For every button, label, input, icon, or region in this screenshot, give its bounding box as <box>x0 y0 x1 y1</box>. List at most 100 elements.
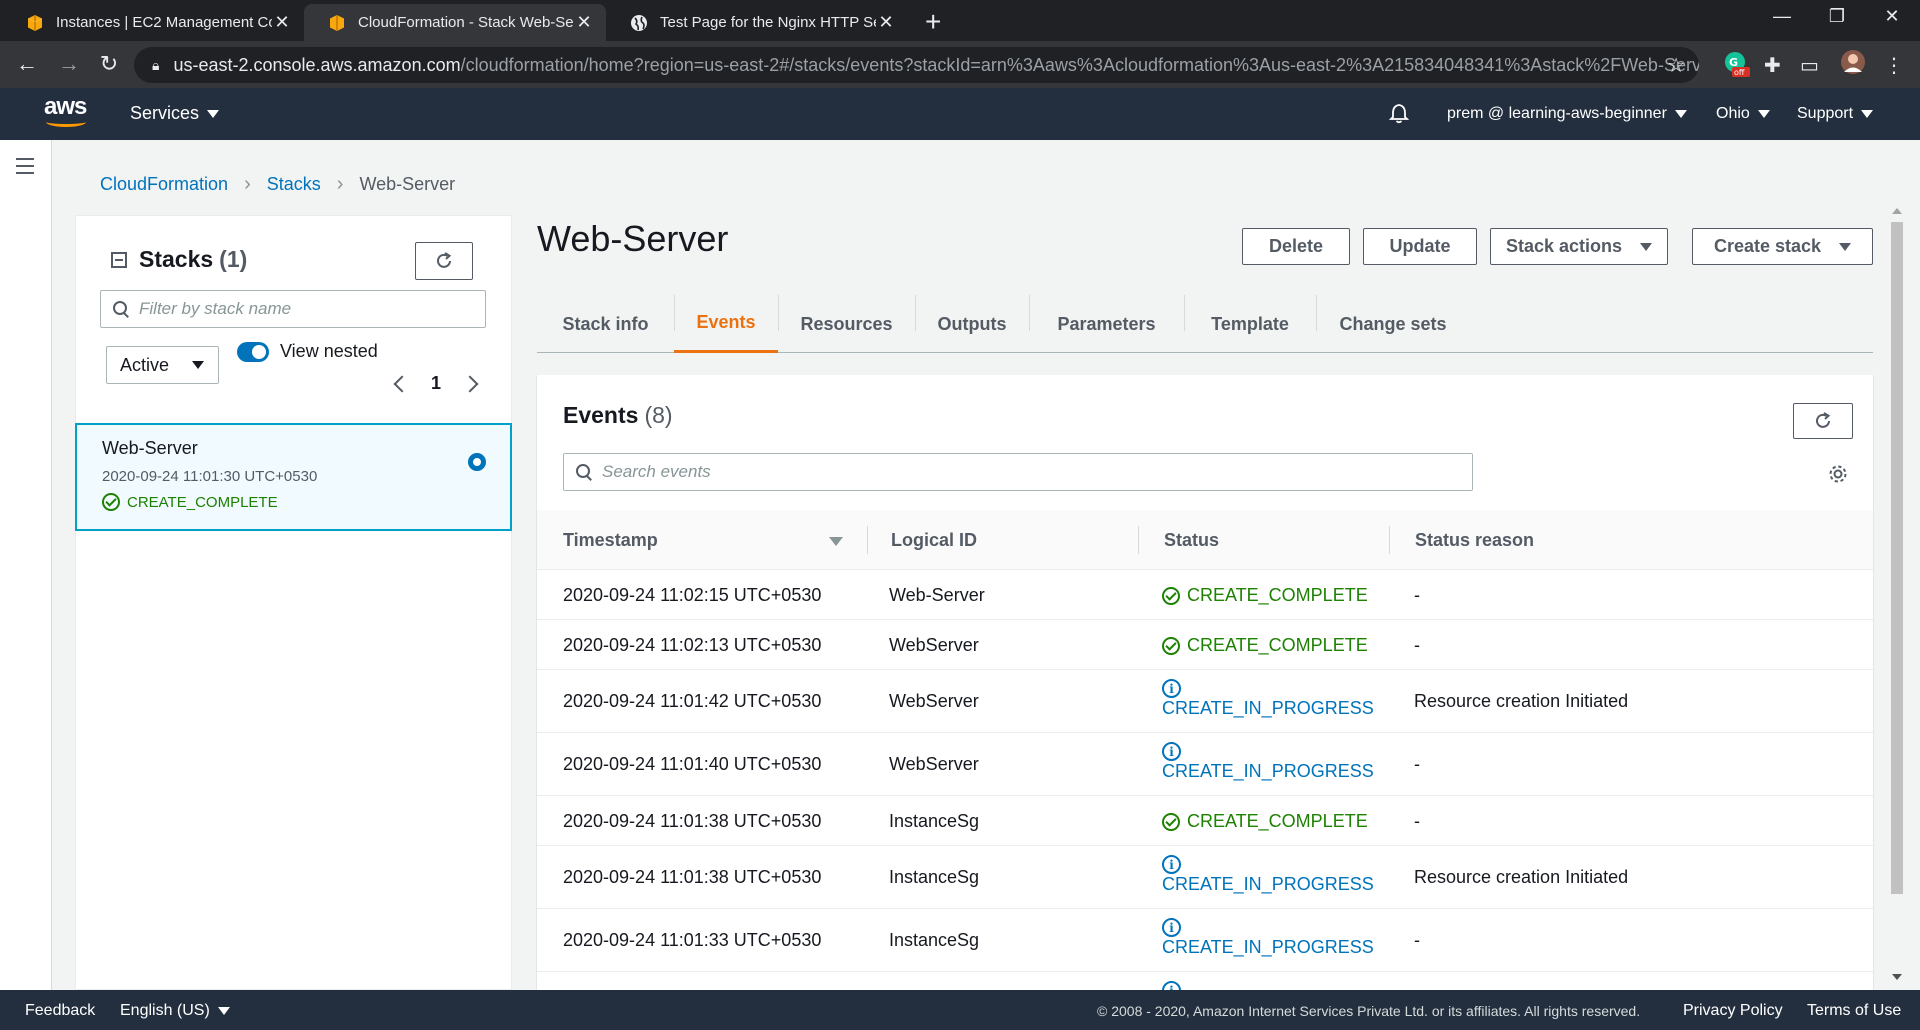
success-check-icon <box>1162 586 1180 605</box>
minimize-icon[interactable]: — <box>1762 6 1802 27</box>
cast-icon[interactable]: ▭ <box>1800 53 1819 78</box>
tab-stack-info[interactable]: Stack info <box>537 295 674 353</box>
grammarly-extension-icon[interactable]: Goff <box>1724 51 1750 83</box>
browser-toolbar: ← → ↻ 🔒︎ us-east-2.console.aws.amazon.co… <box>0 41 1920 88</box>
restore-icon[interactable]: ❐ <box>1817 6 1857 27</box>
row-timestamp: 2020-09-24 11:01:42 UTC+0530 <box>563 691 822 711</box>
view-nested-toggle[interactable] <box>237 342 269 362</box>
page-scrollbar[interactable] <box>1888 208 1906 990</box>
scrollbar-thumb[interactable] <box>1891 222 1903 894</box>
row-status: i <box>1162 981 1181 990</box>
breadcrumb-current: Web-Server <box>359 174 456 194</box>
hamburger-menu-icon[interactable] <box>16 158 34 179</box>
column-status-reason[interactable]: Status reason <box>1415 510 1534 570</box>
close-icon[interactable]: ✕ <box>574 12 594 33</box>
info-icon: i <box>1162 918 1181 937</box>
profile-avatar[interactable] <box>1840 49 1866 81</box>
delete-button[interactable]: Delete <box>1242 228 1350 265</box>
tab-title: CloudFormation - Stack Web-Ser <box>358 14 574 31</box>
tab-parameters[interactable]: Parameters <box>1029 295 1184 353</box>
info-icon: i <box>1162 742 1181 761</box>
sort-descending-icon[interactable] <box>829 537 843 546</box>
breadcrumb: CloudFormation › Stacks › Web-Server <box>100 173 455 196</box>
privacy-policy-link[interactable]: Privacy Policy <box>1683 1002 1783 1020</box>
tab-change-sets[interactable]: Change sets <box>1316 295 1470 353</box>
stack-status-select[interactable]: Active <box>106 346 219 384</box>
browser-tab-bar: Instances | EC2 Management Con ✕ CloudFo… <box>0 0 1920 41</box>
stack-actions-button[interactable]: Stack actions <box>1490 228 1668 265</box>
aws-logo[interactable]: aws <box>44 95 94 130</box>
browser-menu-icon[interactable]: ⋮ <box>1884 53 1904 78</box>
notifications-bell-icon[interactable] <box>1388 102 1410 129</box>
table-row: 2020-09-24 11:01:33 UTC+0530 InstanceSg … <box>537 909 1873 972</box>
refresh-stacks-button[interactable] <box>415 242 473 280</box>
create-stack-button[interactable]: Create stack <box>1692 228 1873 265</box>
tab-title: Instances | EC2 Management Con <box>56 14 272 31</box>
close-icon[interactable]: ✕ <box>272 12 292 33</box>
row-status-reason: Resource creation Initiated <box>1414 867 1629 887</box>
back-icon[interactable]: ← <box>12 51 42 77</box>
scroll-down-arrow-icon[interactable] <box>1892 974 1902 980</box>
reload-icon[interactable]: ↻ <box>94 51 124 77</box>
update-button[interactable]: Update <box>1363 228 1477 265</box>
refresh-events-button[interactable] <box>1793 403 1853 439</box>
row-status: i CREATE_IN_PROGRESS <box>1162 918 1374 958</box>
scroll-up-arrow-icon[interactable] <box>1892 208 1902 214</box>
row-logical-id: InstanceSg <box>889 811 980 831</box>
tab-resources[interactable]: Resources <box>778 295 915 353</box>
lock-icon: 🔒︎ <box>152 56 160 73</box>
row-status-reason: Resource creation Initiated <box>1414 691 1629 711</box>
search-events-input[interactable]: Search events <box>563 453 1473 491</box>
row-logical-id: InstanceSg <box>889 867 980 887</box>
row-timestamp: 2020-09-24 11:01:38 UTC+0530 <box>563 867 822 887</box>
address-bar[interactable]: 🔒︎ us-east-2.console.aws.amazon.com /clo… <box>134 47 1699 83</box>
browser-tab-cloudformation[interactable]: CloudFormation - Stack Web-Ser ✕ <box>304 4 606 41</box>
tab-events[interactable]: Events <box>674 295 778 353</box>
column-timestamp[interactable]: Timestamp <box>563 510 658 570</box>
detail-tabs: Stack info Events Resources Outputs Para… <box>537 295 1873 353</box>
services-menu[interactable]: Services <box>130 103 220 124</box>
forward-icon[interactable]: → <box>54 51 84 77</box>
extensions-puzzle-icon[interactable]: ✚ <box>1764 53 1781 78</box>
table-row: 2020-09-24 11:01:40 UTC+0530 WebServer i… <box>537 733 1873 796</box>
row-logical-id: Web-Server <box>889 585 985 605</box>
terms-of-use-link[interactable]: Terms of Use <box>1807 1002 1901 1020</box>
column-logical-id[interactable]: Logical ID <box>891 510 977 570</box>
column-status[interactable]: Status <box>1164 510 1219 570</box>
filter-stacks-input[interactable]: Filter by stack name <box>100 290 486 328</box>
globe-icon <box>630 14 648 32</box>
events-count: (8) <box>644 402 673 428</box>
breadcrumb-stacks[interactable]: Stacks <box>267 174 321 195</box>
caret-down-icon <box>192 361 204 369</box>
feedback-link[interactable]: Feedback <box>25 1002 95 1020</box>
settings-gear-icon[interactable] <box>1827 463 1849 485</box>
account-menu[interactable]: prem @ learning-aws-beginner <box>1447 105 1687 123</box>
bookmark-star-icon[interactable]: ☆ <box>1667 53 1685 78</box>
close-icon[interactable]: ✕ <box>876 12 896 33</box>
stacks-panel: Stacks (1) <box>75 215 512 990</box>
row-logical-id: WebServer <box>889 691 979 711</box>
caret-down-icon <box>217 1006 230 1015</box>
page-number[interactable]: 1 <box>431 373 441 394</box>
row-status-reason: - <box>1414 585 1420 605</box>
tab-template[interactable]: Template <box>1184 295 1316 353</box>
support-menu[interactable]: Support <box>1797 105 1874 123</box>
chevron-right-icon: › <box>244 173 251 195</box>
success-check-icon <box>1162 636 1180 655</box>
aws-smile-icon <box>46 117 86 127</box>
new-tab-button[interactable]: + <box>925 6 941 38</box>
breadcrumb-cloudformation[interactable]: CloudFormation <box>100 174 228 195</box>
search-icon <box>576 464 592 480</box>
stack-list-item[interactable]: Web-Server 2020-09-24 11:01:30 UTC+0530 … <box>75 423 512 531</box>
tab-outputs[interactable]: Outputs <box>915 295 1029 353</box>
collapse-icon[interactable] <box>111 251 127 268</box>
events-panel: Events (8) Search events Timestamp Logica… <box>537 375 1873 990</box>
browser-tab-nginx[interactable]: Test Page for the Nginx HTTP Ser ✕ <box>606 4 908 41</box>
browser-tab-ec2[interactable]: Instances | EC2 Management Con ✕ <box>2 4 304 41</box>
region-menu[interactable]: Ohio <box>1716 105 1770 123</box>
stack-radio-selected[interactable] <box>468 453 486 471</box>
caret-down-icon <box>1640 242 1653 251</box>
close-window-icon[interactable]: ✕ <box>1872 6 1912 27</box>
language-selector[interactable]: English (US) <box>120 1002 230 1020</box>
row-status-reason: - <box>1414 811 1420 831</box>
